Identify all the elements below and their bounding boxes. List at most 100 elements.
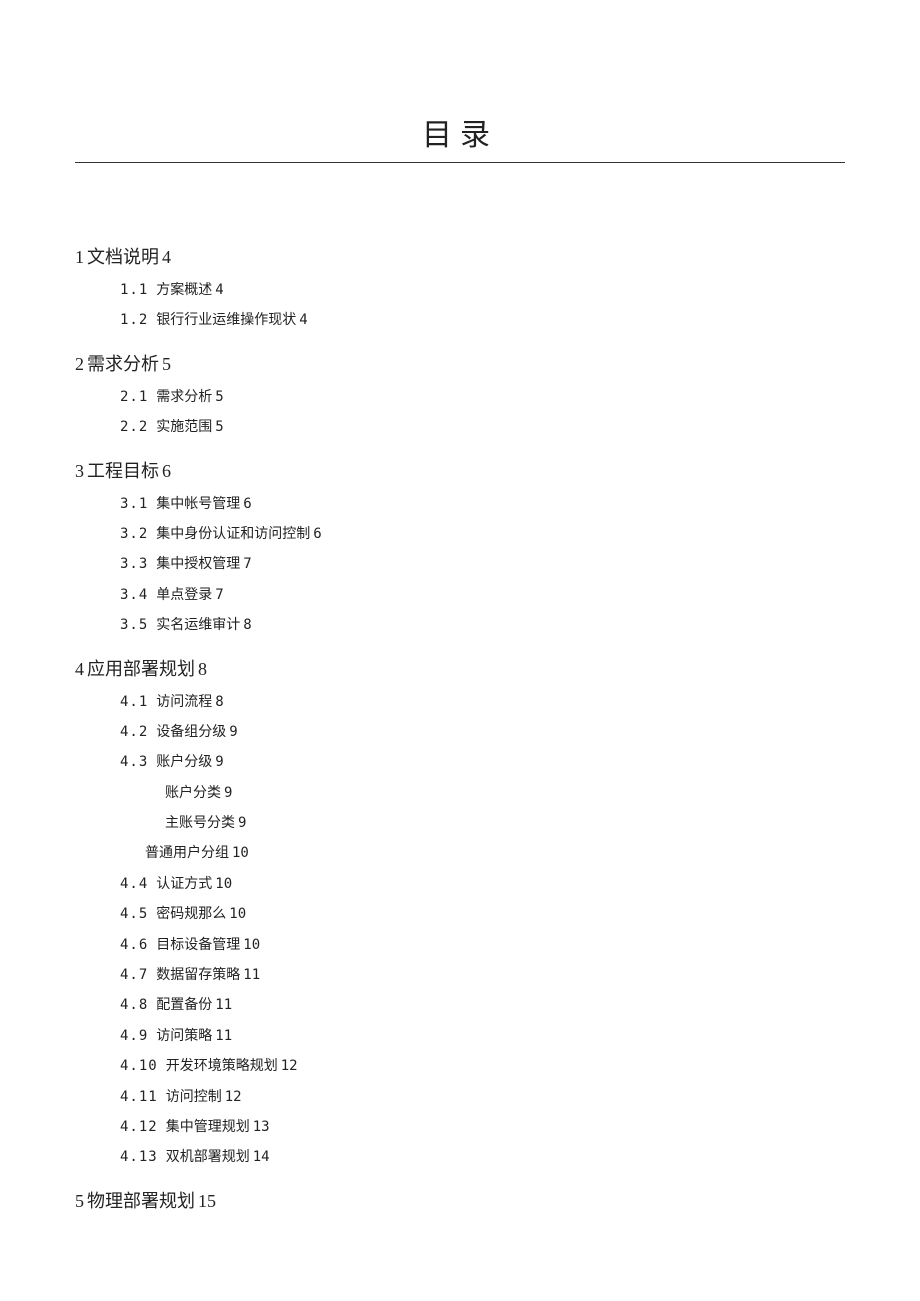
toc-entry[interactable]: 4.12 集中管理规划13 <box>75 1116 845 1138</box>
toc-entry[interactable]: 1.2 银行行业运维操作现状4 <box>75 309 845 331</box>
toc-entry[interactable]: 1文档说明4 <box>75 243 845 269</box>
toc-entry-page: 5 <box>162 354 171 374</box>
toc-entry-label: 方案概述 <box>156 282 212 298</box>
toc-entry-page: 8 <box>243 617 251 633</box>
toc-entry[interactable]: 3.4单点登录7 <box>75 584 845 606</box>
toc-entry-number: 4.12 <box>120 1119 158 1135</box>
toc-entry-number: 1 <box>75 247 84 267</box>
toc-entry-number: 4.7 <box>120 967 148 983</box>
toc-entry-number: 2.2 <box>120 419 148 435</box>
toc-entry[interactable]: 1.1 方案概述4 <box>75 279 845 301</box>
toc-entry[interactable]: 3.5 实名运维审计8 <box>75 614 845 636</box>
toc-entry[interactable]: 4.7数据留存策略11 <box>75 964 845 986</box>
toc-entry[interactable]: 账户分类9 <box>75 782 845 804</box>
toc-entry[interactable]: 4.3 账户分级9 <box>75 751 845 773</box>
toc-entry[interactable]: 4.13双机部署规划14 <box>75 1146 845 1168</box>
toc-entry[interactable]: 3.1 集中帐号管理6 <box>75 493 845 515</box>
toc-entry-label: 实名运维审计 <box>156 617 240 633</box>
toc-entry[interactable]: 3.3集中授权管理7 <box>75 553 845 575</box>
toc-entry-number: 1.2 <box>120 312 148 328</box>
toc-entry-label: 普通用户分组 <box>145 845 229 861</box>
toc-entry-label: 实施范围 <box>156 419 212 435</box>
toc-entry-page: 11 <box>243 967 260 983</box>
toc-entry-label: 银行行业运维操作现状 <box>156 312 296 328</box>
toc-entry-number: 3.1 <box>120 496 148 512</box>
toc-entry-number: 4.5 <box>120 906 148 922</box>
toc-entry-page: 10 <box>232 845 249 861</box>
toc-entry[interactable]: 4.5密码规那么10 <box>75 903 845 925</box>
toc-entry-number: 4.6 <box>120 937 148 953</box>
toc-entry[interactable]: 4应用部署规划8 <box>75 655 845 681</box>
toc-entry-page: 10 <box>243 937 260 953</box>
toc-entry-page: 5 <box>215 389 223 405</box>
toc-entry-number: 4.1 <box>120 694 148 710</box>
toc-entry-page: 9 <box>229 724 237 740</box>
toc-entry-label: 需求分析 <box>87 354 159 374</box>
toc-entry-page: 4 <box>299 312 307 328</box>
toc-entry-number: 1.1 <box>120 282 148 298</box>
toc-entry-number: 4.4 <box>120 876 148 892</box>
toc-entry-number: 5 <box>75 1191 84 1211</box>
toc-entry-label: 认证方式 <box>156 876 212 892</box>
toc-entry[interactable]: 3.2集中身份认证和访问控制6 <box>75 523 845 545</box>
toc-entry-page: 12 <box>281 1058 298 1074</box>
toc-entry-number: 3.2 <box>120 526 148 542</box>
toc-entry-number: 2 <box>75 354 84 374</box>
toc-entry-page: 8 <box>215 694 223 710</box>
toc-entry-page: 7 <box>215 587 223 603</box>
toc-entry-page: 8 <box>198 659 207 679</box>
toc-entry[interactable]: 4.2设备组分级9 <box>75 721 845 743</box>
toc-entry-label: 访问策略 <box>156 1028 212 1044</box>
toc-entry-page: 14 <box>253 1149 270 1165</box>
toc-entry[interactable]: 主账号分类9 <box>75 812 845 834</box>
toc-entry-page: 13 <box>253 1119 270 1135</box>
toc-entry-page: 5 <box>215 419 223 435</box>
toc-entry[interactable]: 2需求分析5 <box>75 350 845 376</box>
document-page: 目录 1文档说明41.1方案概述41.2银行行业运维操作现状42需求分析52.1… <box>0 0 920 1283</box>
toc-entry[interactable]: 4.11访问控制12 <box>75 1086 845 1108</box>
toc-entry-label: 集中身份认证和访问控制 <box>156 526 310 542</box>
toc-entry-label: 需求分析 <box>156 389 212 405</box>
toc-entry-page: 4 <box>162 247 171 267</box>
toc-entry-number: 4.9 <box>120 1028 148 1044</box>
toc-entry-label: 集中管理规划 <box>166 1119 250 1135</box>
toc-entry-page: 9 <box>215 754 223 770</box>
toc-entry[interactable]: 4.9 访问策略11 <box>75 1025 845 1047</box>
toc-entry[interactable]: 2.1 需求分析5 <box>75 386 845 408</box>
page-title: 目录 <box>422 110 498 164</box>
title-block: 目录 <box>75 110 845 163</box>
toc-entry-label: 设备组分级 <box>156 724 226 740</box>
toc-entry-number: 2.1 <box>120 389 148 405</box>
toc-entry[interactable]: 4.4 认证方式10 <box>75 873 845 895</box>
toc-entry-page: 10 <box>215 876 232 892</box>
toc-entry-number: 4 <box>75 659 84 679</box>
toc-entry-page: 6 <box>243 496 251 512</box>
toc-entry[interactable]: 3工程目标6 <box>75 457 845 483</box>
toc-entry-label: 集中帐号管理 <box>156 496 240 512</box>
toc-entry[interactable]: 4.6目标设备管理10 <box>75 934 845 956</box>
toc-entry-page: 12 <box>225 1089 242 1105</box>
toc-entry-label: 账户分级 <box>156 754 212 770</box>
toc-entry-label: 访问控制 <box>166 1089 222 1105</box>
toc-entry-number: 3.5 <box>120 617 148 633</box>
toc-entry[interactable]: 4.10开发环境策略规划12 <box>75 1055 845 1077</box>
toc-entry-label: 配置备份 <box>156 997 212 1013</box>
toc-entry[interactable]: 5物理部署规划15 <box>75 1187 845 1213</box>
toc-entry[interactable]: 4.1访问流程8 <box>75 691 845 713</box>
toc-entry-label: 文档说明 <box>87 247 159 267</box>
toc-entry-number: 3 <box>75 461 84 481</box>
toc-entry-label: 工程目标 <box>87 461 159 481</box>
toc-entry-page: 9 <box>238 815 246 831</box>
toc-entry-label: 物理部署规划 <box>87 1191 195 1211</box>
toc-entry[interactable]: 4.8配置备份11 <box>75 994 845 1016</box>
toc-entry-label: 应用部署规划 <box>87 659 195 679</box>
toc-entry-label: 集中授权管理 <box>156 556 240 572</box>
toc-entry[interactable]: 2.2 实施范围5 <box>75 416 845 438</box>
toc-entry-page: 4 <box>215 282 223 298</box>
toc-entry-number: 4.3 <box>120 754 148 770</box>
toc-entry[interactable]: 普通用户分组10 <box>75 842 845 864</box>
toc-entry-label: 双机部署规划 <box>166 1149 250 1165</box>
toc-entry-page: 10 <box>229 906 246 922</box>
toc-entry-number: 3.3 <box>120 556 148 572</box>
toc-entry-page: 11 <box>215 1028 232 1044</box>
